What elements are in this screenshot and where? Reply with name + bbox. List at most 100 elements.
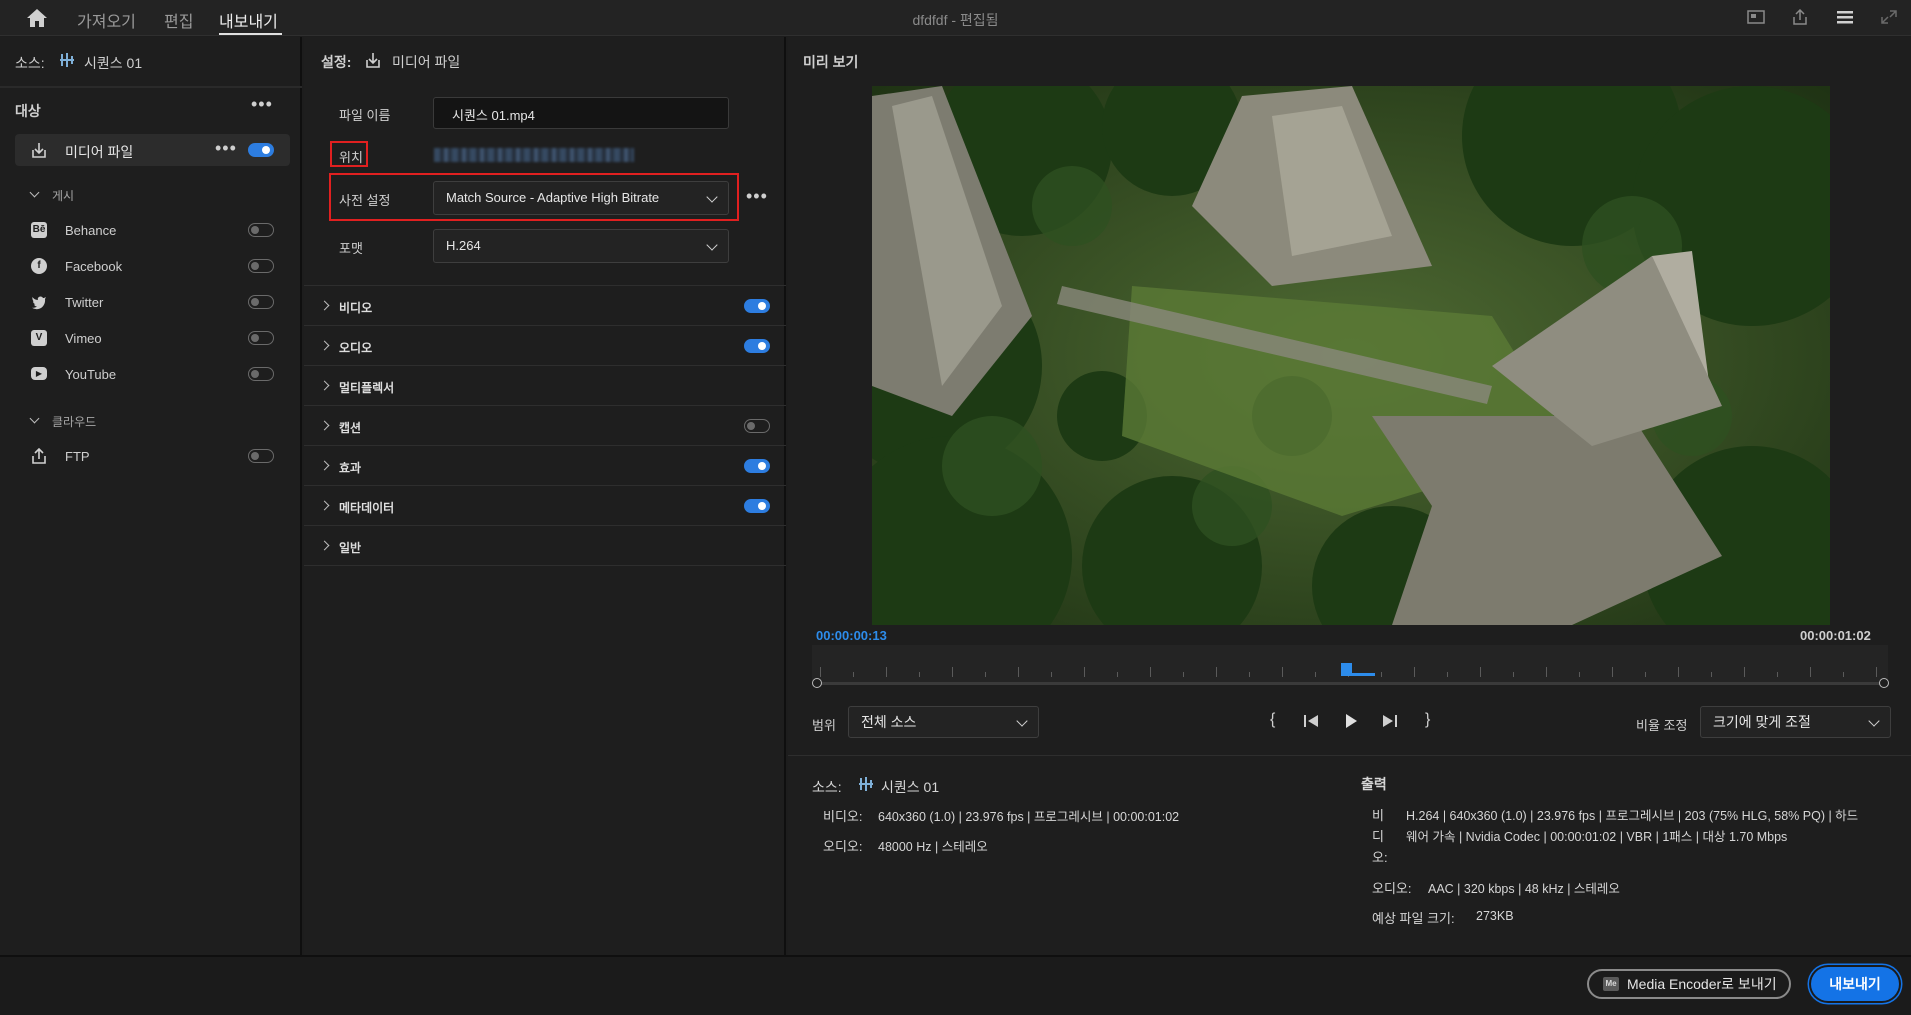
chevron-right-icon	[319, 500, 330, 511]
media-file-icon	[366, 53, 380, 68]
filename-label: 파일 이름	[339, 108, 391, 123]
preview-image	[872, 86, 1830, 625]
behance-toggle[interactable]	[248, 223, 274, 237]
export-button[interactable]: 내보내기	[1811, 967, 1899, 1001]
playhead-work-area	[1341, 673, 1375, 676]
cloud-title: 클라우드	[52, 415, 97, 429]
filename-input[interactable]: 시퀀스 01.mp4	[433, 97, 729, 129]
source-name: 시퀀스 01	[84, 55, 143, 71]
format-value: H.264	[446, 238, 481, 253]
behance-icon: Bē	[31, 222, 47, 238]
section-metadata[interactable]: 메타데이터	[304, 486, 786, 526]
publish-item-youtube[interactable]: ▶ YouTube	[0, 359, 302, 389]
section-label: 메타데이터	[339, 501, 395, 515]
ftp-toggle[interactable]	[248, 449, 274, 463]
metadata-toggle[interactable]	[744, 499, 770, 513]
chevron-right-icon	[319, 420, 330, 431]
cloud-collapse-icon[interactable]	[29, 413, 40, 424]
twitter-toggle[interactable]	[248, 295, 274, 309]
source-info-name: 시퀀스 01	[881, 779, 940, 795]
fullscreen-icon[interactable]	[1880, 9, 1898, 25]
source-info-label: 소스:	[812, 779, 842, 795]
output-title: 출력	[1361, 776, 1387, 792]
play-icon[interactable]	[1343, 713, 1359, 729]
facebook-toggle[interactable]	[248, 259, 274, 273]
targets-more-icon[interactable]: •••	[251, 95, 273, 113]
set-in-icon[interactable]: {	[1270, 711, 1275, 729]
section-multiplexer[interactable]: 멀티플렉서	[304, 366, 786, 406]
send-to-media-encoder-button[interactable]: Me Media Encoder로 보내기	[1587, 969, 1791, 999]
output-size-label: 예상 파일 크기:	[1372, 911, 1455, 926]
format-label: 포맷	[339, 241, 363, 256]
publish-item-behance[interactable]: Bē Behance	[0, 215, 302, 245]
audio-toggle[interactable]	[744, 339, 770, 353]
chevron-down-icon	[706, 239, 718, 251]
preset-value: Match Source - Adaptive High Bitrate	[446, 190, 660, 205]
chevron-right-icon	[319, 540, 330, 551]
quick-export-icon[interactable]	[1747, 9, 1765, 25]
publish-item-facebook[interactable]: f Facebook	[0, 251, 302, 281]
section-video[interactable]: 비디오	[304, 286, 786, 326]
section-captions[interactable]: 캡션	[304, 406, 786, 446]
chevron-down-icon	[706, 191, 718, 203]
set-out-icon[interactable]: }	[1425, 711, 1430, 729]
chevron-down-icon	[1016, 715, 1028, 727]
sequence-icon	[60, 53, 74, 67]
output-audio-value: AAC | 320 kbps | 48 kHz | 스테레오	[1428, 882, 1620, 896]
ftp-label: FTP	[65, 449, 90, 464]
section-label: 효과	[339, 461, 362, 475]
preset-select[interactable]: Match Source - Adaptive High Bitrate	[433, 181, 729, 215]
range-out-handle[interactable]	[1879, 678, 1889, 688]
youtube-icon: ▶	[31, 367, 47, 380]
publish-collapse-icon[interactable]	[29, 187, 40, 198]
source-audio-label: 오디오:	[823, 839, 863, 854]
effects-toggle[interactable]	[744, 459, 770, 473]
section-general[interactable]: 일반	[304, 526, 786, 566]
preview-title: 미리 보기	[803, 54, 859, 70]
range-select[interactable]: 전체 소스	[848, 706, 1039, 738]
output-video-label-2: 디	[1372, 829, 1384, 844]
media-file-toggle[interactable]	[248, 143, 274, 157]
chevron-right-icon	[319, 460, 330, 471]
targets-title: 대상	[15, 103, 41, 119]
output-video-line1: H.264 | 640x360 (1.0) | 23.976 fps | 프로그…	[1406, 809, 1859, 823]
cloud-item-ftp[interactable]: FTP	[0, 441, 302, 471]
section-label: 비디오	[339, 301, 373, 315]
format-select[interactable]: H.264	[433, 229, 729, 263]
scale-select[interactable]: 크기에 맞게 조절	[1700, 706, 1891, 738]
step-back-icon[interactable]	[1302, 713, 1320, 729]
workspace-menu-icon[interactable]	[1836, 9, 1854, 25]
range-track[interactable]	[816, 682, 1884, 685]
range-value: 전체 소스	[861, 714, 917, 730]
publish-item-vimeo[interactable]: V Vimeo	[0, 323, 302, 353]
twitter-icon	[32, 296, 46, 310]
upload-icon	[32, 448, 46, 464]
publish-item-twitter[interactable]: Twitter	[0, 287, 302, 317]
publish-item-label: Twitter	[65, 295, 104, 310]
active-tab-indicator	[219, 33, 282, 35]
section-effects[interactable]: 효과	[304, 446, 786, 486]
vimeo-toggle[interactable]	[248, 331, 274, 345]
step-forward-icon[interactable]	[1381, 713, 1399, 729]
publish-title: 게시	[52, 189, 75, 203]
target-media-file[interactable]: 미디어 파일 •••	[15, 134, 290, 166]
location-path-blurred[interactable]	[434, 148, 634, 162]
media-file-more-icon[interactable]: •••	[215, 139, 237, 157]
source-audio-value: 48000 Hz | 스테레오	[878, 840, 988, 854]
source-label: 소스:	[15, 55, 45, 71]
preview-video-frame[interactable]	[872, 86, 1830, 625]
range-in-handle[interactable]	[812, 678, 822, 688]
vimeo-icon: V	[31, 330, 47, 346]
publish-item-label: Facebook	[65, 259, 123, 274]
media-encoder-icon: Me	[1603, 977, 1619, 991]
video-toggle[interactable]	[744, 299, 770, 313]
section-audio[interactable]: 오디오	[304, 326, 786, 366]
preset-more-icon[interactable]: •••	[746, 187, 768, 205]
media-file-label: 미디어 파일	[65, 144, 134, 160]
youtube-toggle[interactable]	[248, 367, 274, 381]
scale-label: 비율 조정	[1636, 718, 1688, 733]
share-icon[interactable]	[1791, 9, 1809, 25]
captions-toggle[interactable]	[744, 419, 770, 433]
current-timecode[interactable]: 00:00:00:13	[816, 628, 887, 643]
preset-label: 사전 설정	[339, 193, 391, 208]
